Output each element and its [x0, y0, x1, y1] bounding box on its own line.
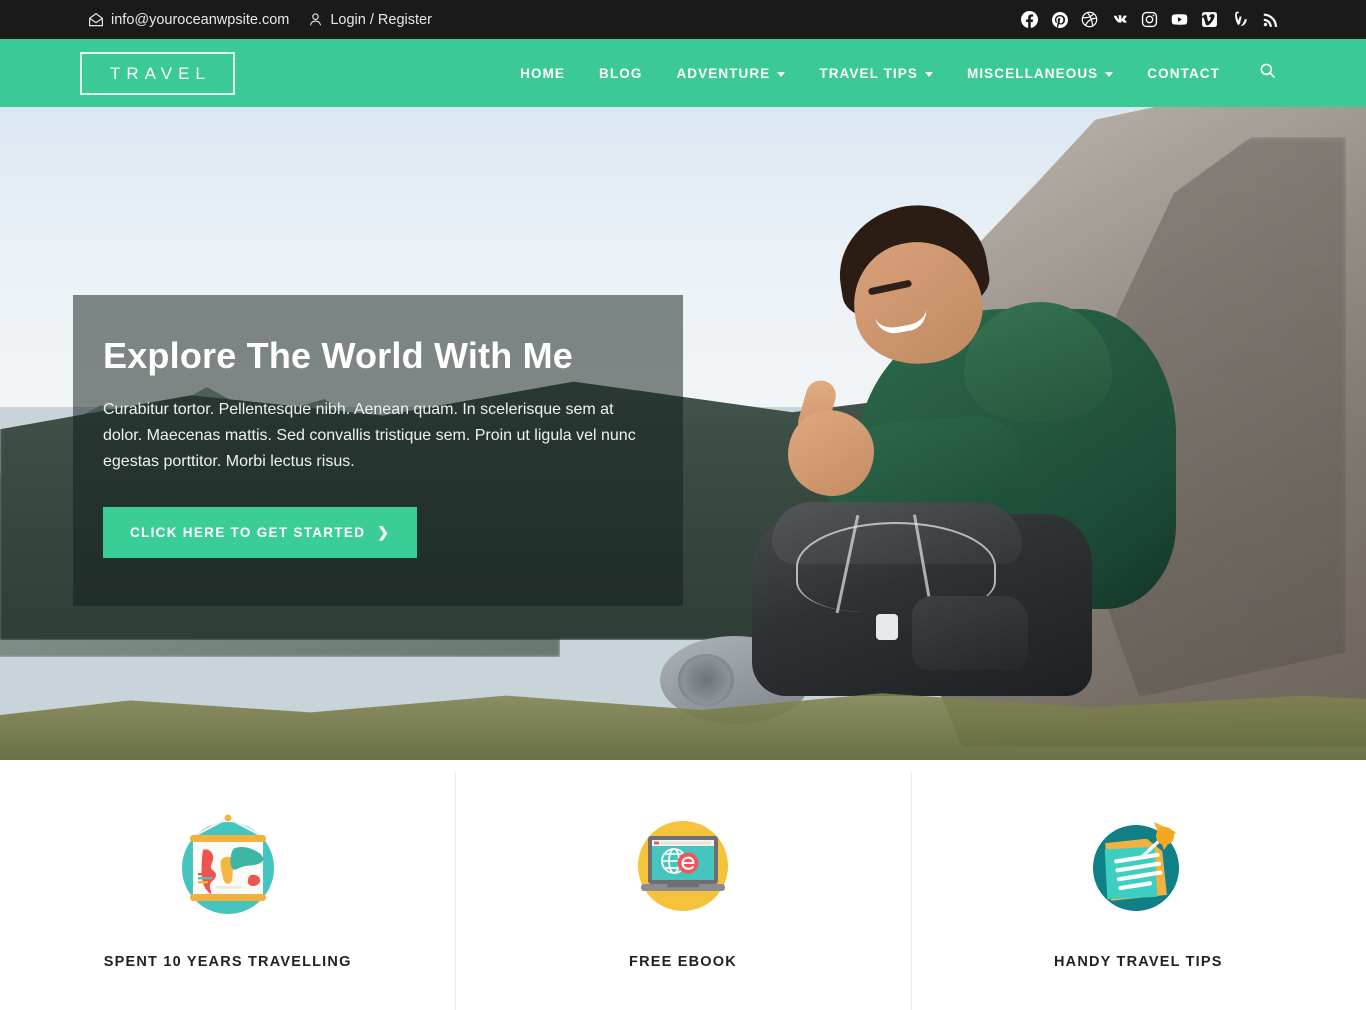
vimeo-square-icon[interactable]	[1201, 11, 1218, 28]
login-register-label[interactable]: Login / Register	[330, 12, 432, 28]
laptop-ebook-icon	[627, 810, 739, 922]
facebook-icon[interactable]	[1021, 11, 1038, 28]
contact-email[interactable]: info@youroceanwpsite.com	[88, 12, 289, 28]
nav-label: HOME	[520, 65, 566, 81]
chevron-down-icon	[1105, 71, 1114, 77]
hero-hiker-figure	[660, 184, 1196, 724]
rss-icon[interactable]	[1261, 11, 1278, 28]
nav-item-adventure[interactable]: ADVENTURE	[659, 39, 802, 107]
feature-spent-10-years-travelling[interactable]: SPENT 10 YEARS TRAVELLING	[0, 760, 455, 1010]
site-logo[interactable]: TRAVEL	[80, 51, 235, 95]
nav-label: ADVENTURE	[676, 65, 771, 81]
hero-content-card: Explore The World With Me Curabitur tort…	[73, 295, 683, 606]
search-toggle-button[interactable]	[1237, 39, 1286, 107]
pinterest-icon[interactable]	[1051, 11, 1068, 28]
nav-item-home[interactable]: HOME	[503, 39, 582, 107]
social-links	[1021, 11, 1278, 28]
top-bar: info@youroceanwpsite.com Login / Registe…	[0, 0, 1366, 39]
vk-icon[interactable]	[1111, 11, 1128, 28]
hero-section: Explore The World With Me Curabitur tort…	[0, 107, 1366, 760]
nav-item-blog[interactable]: BLOG	[582, 39, 659, 107]
nav-label: CONTACT	[1147, 65, 1220, 81]
pinned-note-icon	[1082, 810, 1194, 922]
hero-description: Curabitur tortor. Pellentesque nibh. Aen…	[103, 401, 636, 470]
nav-item-travel-tips[interactable]: TRAVEL TIPS	[802, 39, 950, 107]
nav-label: MISCELLANEOUS	[966, 65, 1099, 81]
world-map-poster-icon	[172, 810, 284, 922]
top-bar-left: info@youroceanwpsite.com Login / Registe…	[88, 12, 432, 28]
user-icon	[307, 12, 323, 28]
feature-handy-travel-tips[interactable]: HANDY TRAVEL TIPS	[910, 760, 1366, 1010]
hero-cta-button[interactable]: CLICK HERE TO GET STARTED ❯	[103, 506, 418, 558]
feature-free-ebook[interactable]: FREE EBOOK	[455, 760, 910, 1010]
feature-title: SPENT 10 YEARS TRAVELLING	[103, 954, 352, 970]
instagram-icon[interactable]	[1141, 11, 1158, 28]
chevron-down-icon	[777, 71, 786, 77]
main-navigation: HOME BLOG ADVENTURE TRAVEL TIPS MISCELLA…	[503, 39, 1286, 107]
feature-title: FREE EBOOK	[629, 954, 737, 970]
contact-email-text: info@youroceanwpsite.com	[111, 11, 290, 28]
chevron-right-icon: ❯	[377, 523, 391, 540]
dribbble-icon[interactable]	[1081, 11, 1098, 28]
site-header: TRAVEL HOME BLOG ADVENTURE TRAVEL TIPS M…	[0, 39, 1366, 107]
vine-icon[interactable]	[1231, 11, 1248, 28]
hiker-hand	[788, 410, 874, 496]
nav-item-contact[interactable]: CONTACT	[1130, 39, 1237, 107]
chevron-down-icon	[924, 71, 933, 77]
nav-label: TRAVEL TIPS	[819, 65, 918, 81]
youtube-icon[interactable]	[1171, 11, 1188, 28]
hero-title: Explore The World With Me	[103, 335, 574, 376]
feature-title: HANDY TRAVEL TIPS	[1053, 954, 1223, 970]
login-register[interactable]: Login / Register	[307, 12, 432, 28]
hero-cta-label: CLICK HERE TO GET STARTED	[130, 524, 366, 540]
search-icon	[1259, 62, 1276, 84]
features-section: SPENT 10 YEARS TRAVELLING FREE EBOOK HAN…	[0, 760, 1366, 1010]
envelope-home-icon	[88, 12, 104, 28]
nav-item-miscellaneous[interactable]: MISCELLANEOUS	[950, 39, 1130, 107]
backpack-buckle	[876, 614, 898, 640]
nav-label: BLOG	[599, 65, 643, 81]
